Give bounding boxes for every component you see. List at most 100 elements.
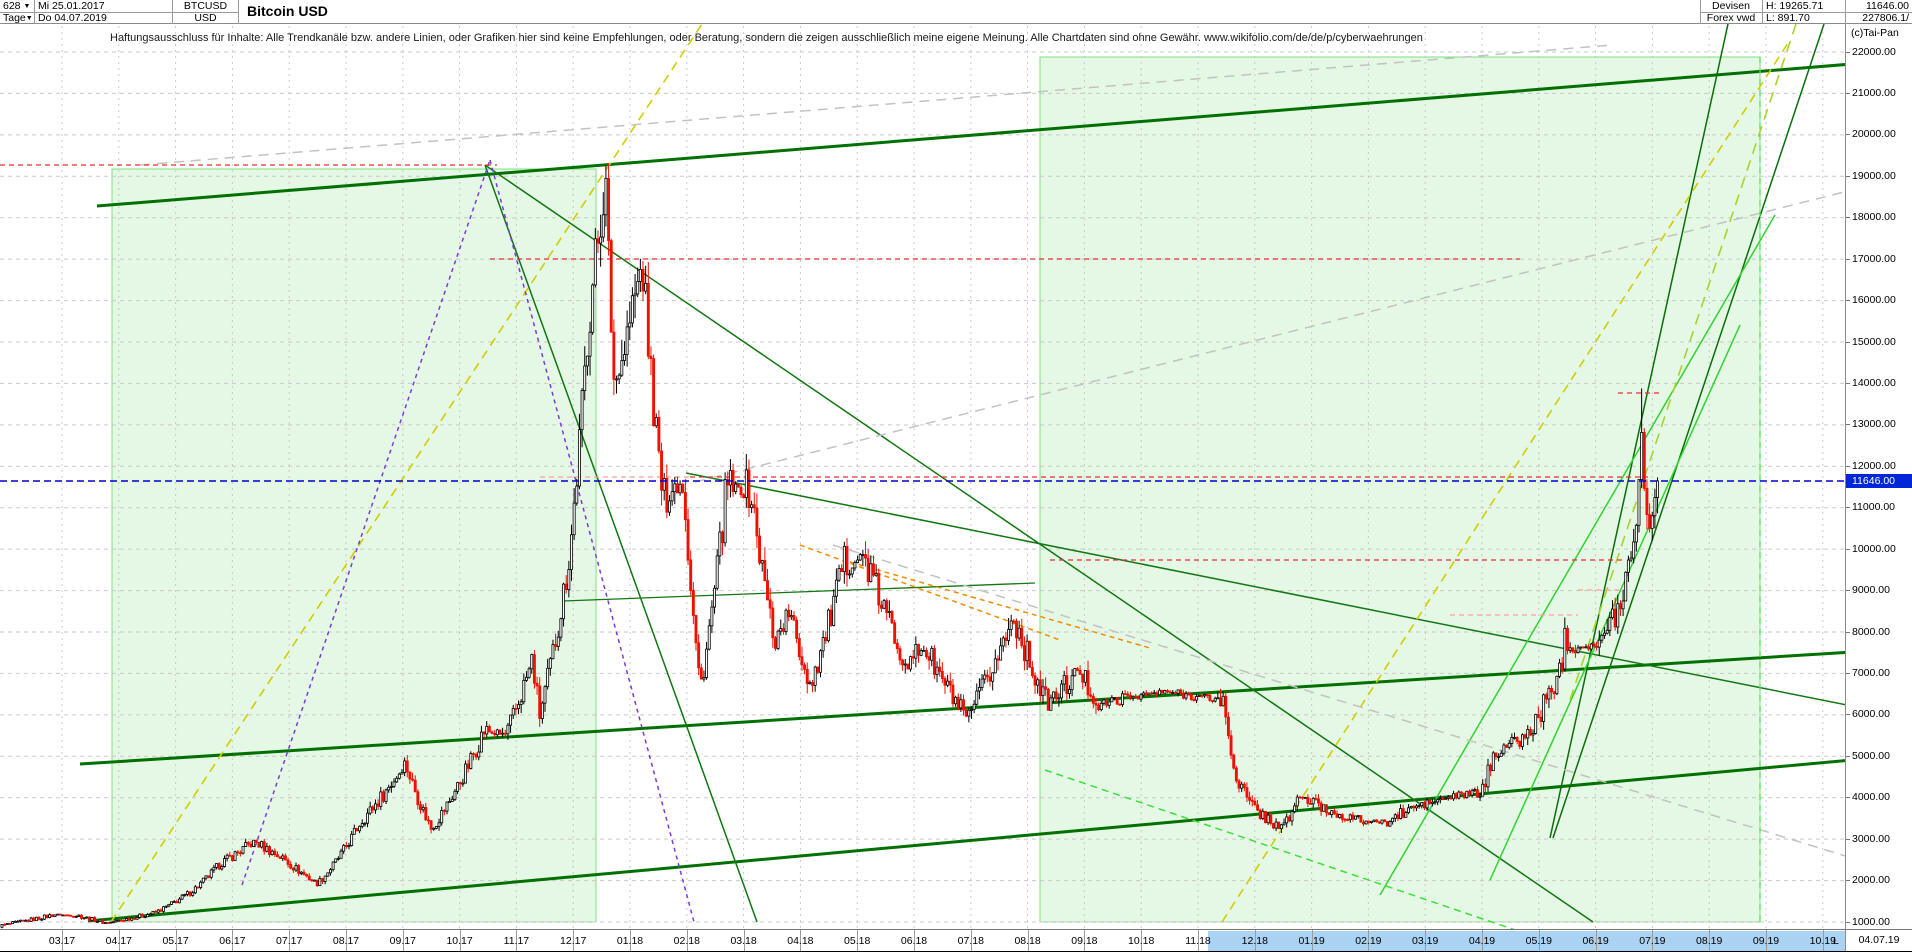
- candle-body: [1001, 637, 1005, 647]
- candle-body: [1168, 691, 1172, 694]
- candle-body: [339, 850, 343, 859]
- candle-body: [554, 644, 558, 647]
- candle-body: [1221, 695, 1225, 707]
- period-dropdown[interactable]: Tage▼: [0, 12, 34, 24]
- candle-body: [1520, 734, 1524, 747]
- candle-body: [1224, 695, 1228, 718]
- candle-body: [305, 874, 309, 877]
- source-line1: Devisen: [1712, 0, 1750, 12]
- candle-body: [1060, 683, 1063, 699]
- candle-body: [1534, 714, 1538, 734]
- candle-body: [56, 913, 60, 916]
- candle-body: [90, 917, 94, 921]
- candle-body: [315, 879, 319, 887]
- candle-body: [286, 859, 290, 865]
- price-scale-label: 10000.00: [1846, 542, 1896, 555]
- candle-body: [1208, 694, 1212, 701]
- candle-body: [1160, 689, 1164, 694]
- candle-body: [842, 545, 846, 573]
- candle-body: [1526, 729, 1530, 739]
- candle-body: [1240, 783, 1244, 789]
- candle-body: [419, 804, 422, 811]
- candle-body: [665, 478, 669, 513]
- candlestick-chart[interactable]: [0, 24, 1845, 929]
- candle-body: [151, 910, 155, 915]
- candle-body: [143, 916, 147, 919]
- candle-body: [1007, 629, 1011, 641]
- candle-body: [501, 732, 505, 735]
- candle-body: [1626, 559, 1630, 573]
- candle-body: [334, 858, 338, 863]
- candle-body: [654, 417, 658, 427]
- month-label: 08.19: [1696, 935, 1723, 947]
- last-date-cell: 04.07.19: [1845, 930, 1912, 952]
- candle-body: [567, 569, 571, 591]
- candle-body: [1216, 697, 1220, 700]
- candle-body: [808, 682, 812, 685]
- candle-body: [249, 843, 253, 847]
- candle-body: [1023, 645, 1026, 662]
- candle-body: [593, 238, 597, 286]
- candle-body: [342, 845, 346, 852]
- instrument-title: Bitcoin USD: [247, 3, 328, 19]
- candle-body: [1388, 821, 1392, 827]
- candle-body: [964, 709, 968, 717]
- candle-body: [1510, 736, 1514, 744]
- candle-body: [474, 754, 478, 758]
- candle-body: [917, 643, 920, 656]
- candle-body: [1142, 692, 1146, 696]
- candle-body: [1134, 695, 1138, 698]
- candle-body: [1576, 647, 1580, 653]
- bars-count-dropdown[interactable]: 628 ▼: [0, 0, 34, 12]
- candle-body: [162, 906, 166, 912]
- month-label: 06.17: [219, 935, 246, 947]
- candle-body: [1385, 821, 1389, 827]
- candle-body: [0, 923, 4, 928]
- candle-body: [1314, 797, 1318, 800]
- candle-body: [1616, 603, 1620, 628]
- candle-body: [1618, 603, 1622, 610]
- candle-body: [1589, 643, 1593, 650]
- chart-area[interactable]: Haftungsausschluss für Inhalte: Alle Tre…: [0, 24, 1845, 929]
- candle-body: [27, 919, 30, 922]
- candle-body: [1277, 821, 1281, 829]
- candle-body: [1656, 480, 1659, 498]
- candle-body: [1383, 819, 1387, 822]
- candle-body: [1306, 797, 1310, 804]
- candle-body: [816, 666, 820, 673]
- candle-body: [1632, 541, 1636, 559]
- candle-body: [1507, 742, 1511, 748]
- candle-body: [1282, 822, 1286, 826]
- candle-body: [1171, 692, 1175, 694]
- candle-body: [1648, 514, 1652, 529]
- candle-body: [1303, 797, 1307, 799]
- candle-body: [185, 891, 189, 895]
- candle-body: [273, 850, 277, 856]
- price-scale-label: 16000.00: [1846, 294, 1896, 307]
- candle-body: [1454, 793, 1458, 799]
- candle-body: [466, 763, 470, 769]
- price-scale-label: 1000.00: [1846, 915, 1890, 928]
- candle-body: [1184, 693, 1188, 699]
- header-last-price: 11646.00: [1865, 0, 1909, 12]
- candle-body: [779, 628, 783, 632]
- month-label: 05.19: [1525, 935, 1552, 947]
- candle-body: [1330, 810, 1334, 816]
- candle-body: [691, 589, 695, 616]
- candle-body: [323, 875, 327, 882]
- candle-body: [230, 855, 234, 861]
- candle-body: [482, 731, 486, 735]
- month-label: 12.18: [1241, 935, 1268, 947]
- candle-body: [193, 886, 197, 894]
- candle-body: [874, 572, 878, 576]
- candle-body: [1319, 802, 1323, 812]
- candle-body: [1550, 687, 1554, 693]
- candle-body: [633, 293, 637, 297]
- candle-body: [1036, 679, 1040, 686]
- candle-body: [766, 580, 769, 601]
- month-label: 04.18: [787, 935, 814, 947]
- candle-body: [580, 390, 584, 431]
- candle-body: [138, 913, 142, 918]
- candle-body: [988, 676, 992, 682]
- candle-body: [840, 568, 844, 573]
